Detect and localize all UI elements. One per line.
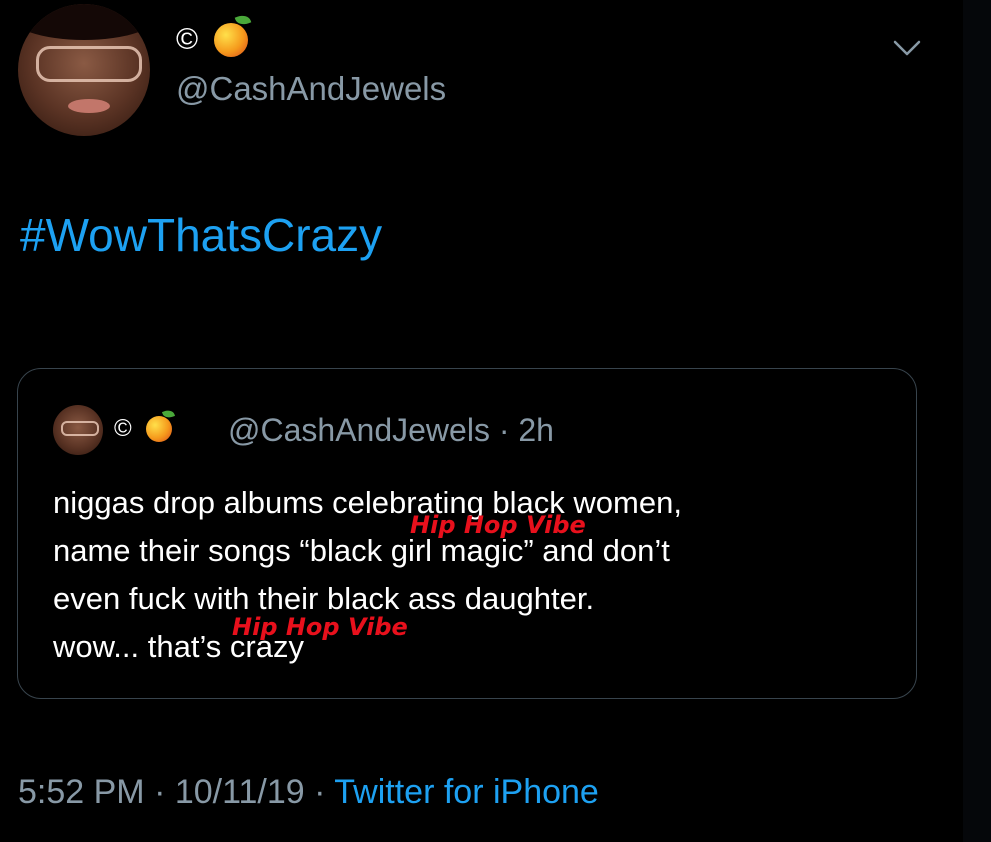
watermark: Hip Hop Vibe [410, 511, 586, 539]
copyright-symbol: © [176, 23, 199, 56]
avatar-glasses [36, 46, 142, 82]
author-display-name[interactable]: © [176, 20, 249, 60]
quoted-author-name: © [114, 409, 172, 449]
right-edge-strip [963, 0, 991, 842]
quoted-line: even fuck with their black ass daughter. [53, 581, 595, 616]
copyright-symbol: © [114, 415, 132, 442]
quoted-author-avatar [53, 405, 103, 455]
source-link[interactable]: Twitter for iPhone [334, 773, 599, 811]
tweet-footer: 5:52 PM · 10/11/19 · Twitter for iPhone [18, 773, 599, 812]
author-handle[interactable]: @CashAndJewels [176, 70, 446, 108]
quoted-line: wow... that’s crazy [53, 629, 304, 664]
mango-icon [214, 23, 249, 57]
hashtag-link[interactable]: #WowThatsCrazy [20, 208, 382, 262]
quoted-tweet-text: niggas drop albums celebrating black wom… [53, 479, 903, 671]
avatar-glasses [61, 421, 99, 436]
avatar-hair [18, 4, 150, 40]
author-avatar[interactable] [18, 4, 150, 136]
quoted-handle-time: @CashAndJewels · 2h [228, 412, 554, 448]
watermark: Hip Hop Vibe [232, 613, 408, 641]
separator: · [304, 773, 335, 811]
mango-icon [145, 416, 172, 442]
timestamp[interactable]: 5:52 PM · 10/11/19 [18, 773, 305, 811]
avatar-mouth [68, 99, 110, 113]
chevron-down-icon[interactable] [893, 38, 921, 58]
